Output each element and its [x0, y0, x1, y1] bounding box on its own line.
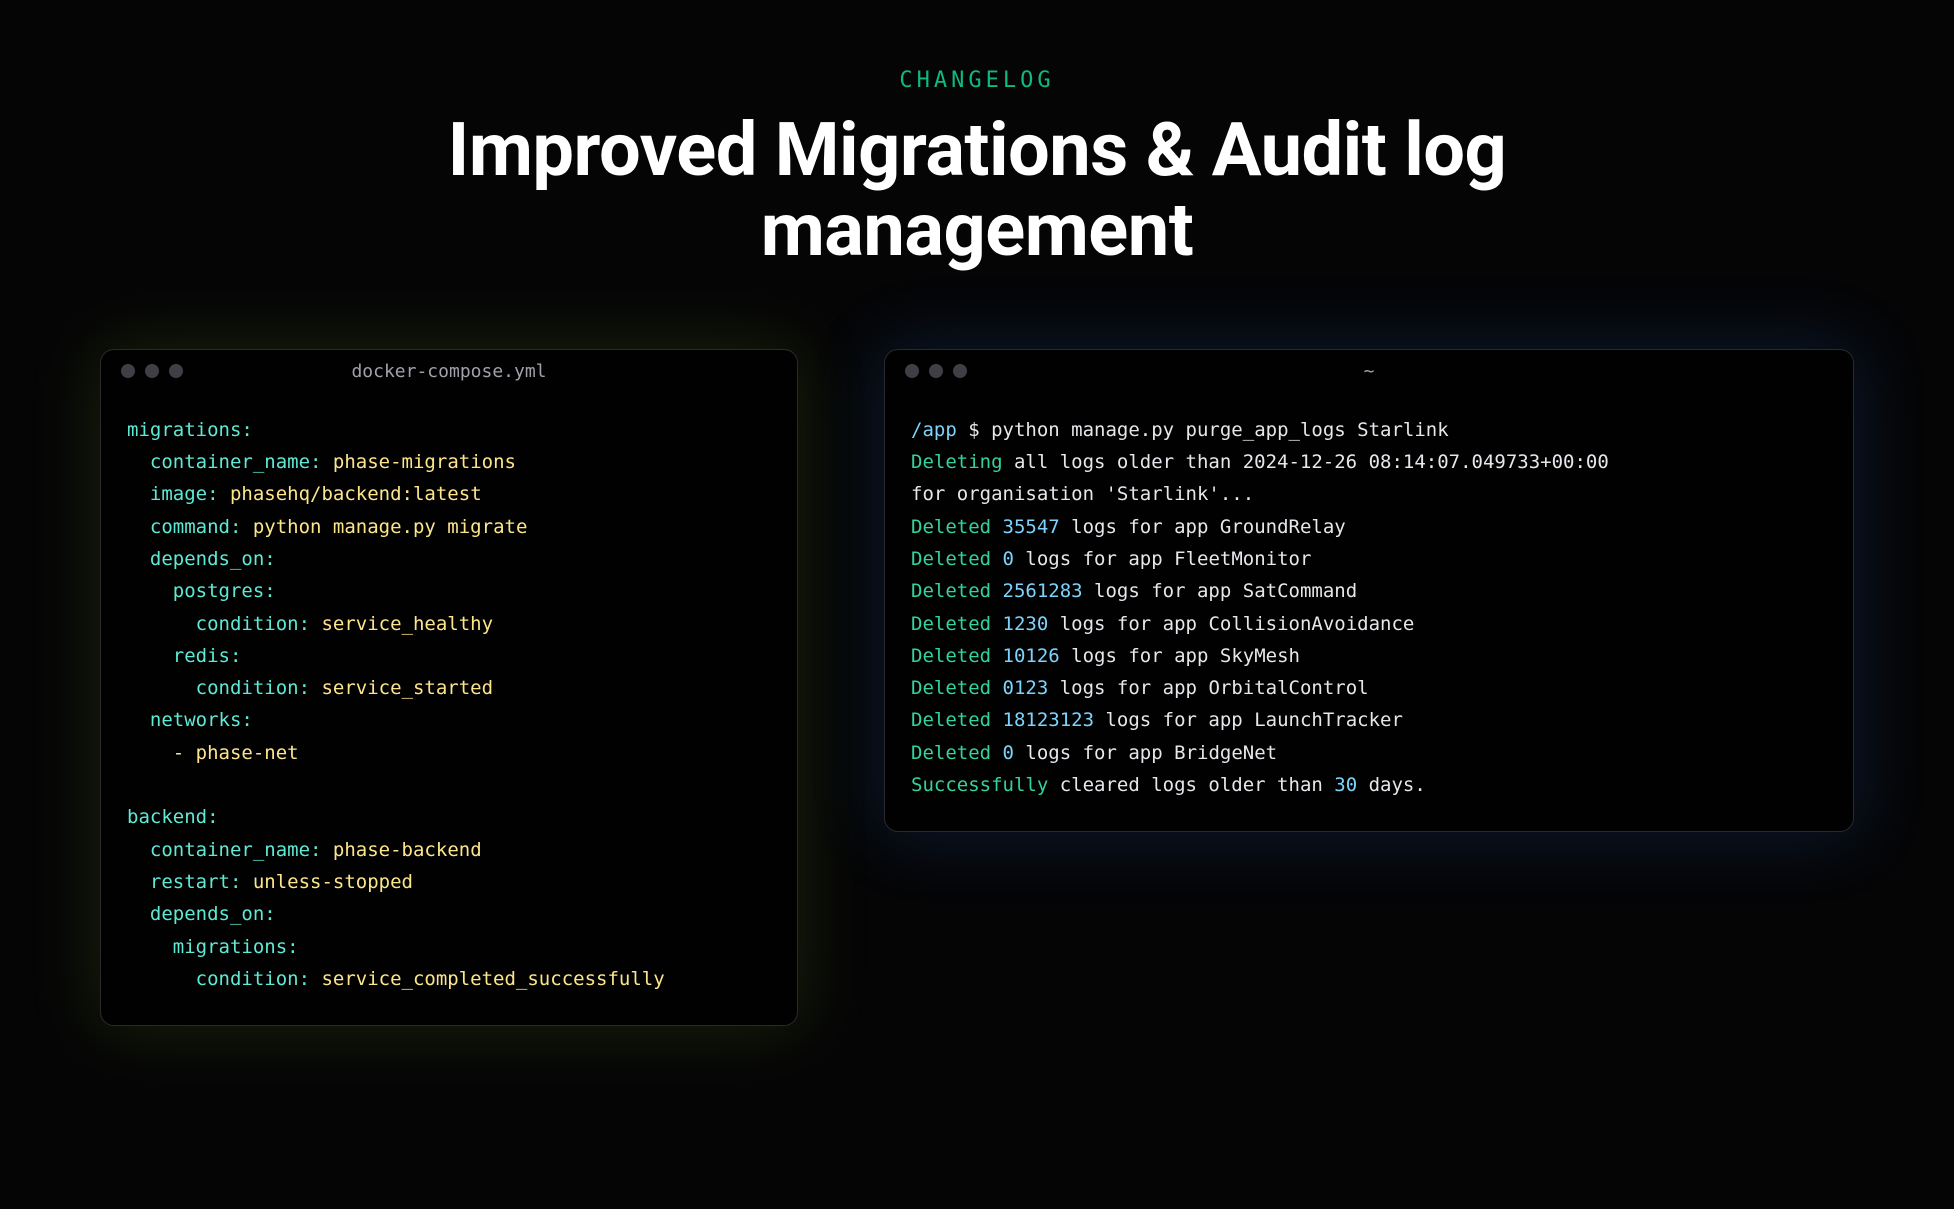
yaml-key: condition: — [196, 677, 310, 699]
yaml-value: python manage.py migrate — [241, 516, 527, 538]
yaml-key: condition: — [196, 968, 310, 990]
log-days: 30 — [1334, 774, 1357, 796]
log-app: BridgeNet — [1174, 742, 1277, 764]
log-app: SkyMesh — [1220, 645, 1300, 667]
yaml-value: phasehq/backend:latest — [219, 483, 482, 505]
command-text: python manage.py purge_app_logs Starlink — [991, 419, 1449, 441]
terminal-window-title: ~ — [885, 361, 1853, 382]
title-line-1: Improved Migrations & Audit log — [448, 107, 1507, 194]
yaml-window: docker-compose.yml migrations: container… — [100, 349, 798, 1026]
log-keyword: Deleted — [911, 548, 1003, 570]
yaml-key: migrations: — [173, 936, 299, 958]
log-count: 0 — [1003, 548, 1014, 570]
log-keyword: Deleted — [911, 742, 1003, 764]
log-count: 0123 — [1003, 677, 1049, 699]
log-keyword: Deleted — [911, 709, 1003, 731]
yaml-key: networks: — [150, 709, 253, 731]
yaml-value: service_completed_successfully — [310, 968, 665, 990]
terminal-window: ~ /app $ python manage.py purge_app_logs… — [884, 349, 1854, 833]
yaml-window-title: docker-compose.yml — [101, 361, 797, 382]
yaml-key: backend: — [127, 806, 219, 828]
terminal-body: /app $ python manage.py purge_app_logs S… — [885, 394, 1853, 832]
terminal-titlebar: ~ — [885, 350, 1853, 394]
log-text: logs for app — [1048, 613, 1208, 635]
log-keyword: Deleted — [911, 613, 1003, 635]
yaml-key: restart: — [150, 871, 242, 893]
log-count: 0 — [1003, 742, 1014, 764]
yaml-value: unless-stopped — [241, 871, 413, 893]
log-text: cleared logs older than — [1048, 774, 1334, 796]
prompt-path: /app — [911, 419, 957, 441]
log-text: logs for app — [1014, 548, 1174, 570]
log-app: LaunchTracker — [1254, 709, 1403, 731]
log-keyword: Deleting — [911, 451, 1003, 473]
log-app: SatCommand — [1243, 580, 1357, 602]
prompt-symbol: $ — [957, 419, 991, 441]
yaml-key: depends_on: — [150, 903, 276, 925]
log-count: 18123123 — [1003, 709, 1095, 731]
yaml-key: command: — [150, 516, 242, 538]
log-text: logs for app — [1014, 742, 1174, 764]
yaml-key: migrations: — [127, 419, 253, 441]
yaml-value: phase-backend — [321, 839, 481, 861]
yaml-titlebar: docker-compose.yml — [101, 350, 797, 394]
yaml-value: phase-migrations — [321, 451, 515, 473]
log-text: logs for app — [1060, 645, 1220, 667]
yaml-key: container_name: — [150, 451, 322, 473]
log-app: CollisionAvoidance — [1208, 613, 1414, 635]
yaml-key: depends_on: — [150, 548, 276, 570]
log-app: OrbitalControl — [1208, 677, 1368, 699]
log-count: 1230 — [1003, 613, 1049, 635]
log-count: 10126 — [1003, 645, 1060, 667]
yaml-body: migrations: container_name: phase-migrat… — [101, 394, 797, 1025]
yaml-key: condition: — [196, 613, 310, 635]
log-text: for organisation 'Starlink'... — [911, 483, 1254, 505]
page-header: CHANGELOG Improved Migrations & Audit lo… — [0, 0, 1954, 271]
log-text: logs for app — [1060, 516, 1220, 538]
log-text: logs for app — [1094, 709, 1254, 731]
log-keyword: Deleted — [911, 677, 1003, 699]
title-line-2: management — [761, 187, 1194, 274]
yaml-value: service_healthy — [310, 613, 493, 635]
log-keyword: Successfully — [911, 774, 1048, 796]
yaml-key: container_name: — [150, 839, 322, 861]
log-text: logs for app — [1048, 677, 1208, 699]
yaml-value: service_started — [310, 677, 493, 699]
yaml-key: image: — [150, 483, 219, 505]
log-app: GroundRelay — [1220, 516, 1346, 538]
log-keyword: Deleted — [911, 645, 1003, 667]
yaml-key: postgres: — [173, 580, 276, 602]
eyebrow-label: CHANGELOG — [0, 68, 1954, 93]
panels-row: docker-compose.yml migrations: container… — [0, 349, 1954, 1026]
log-keyword: Deleted — [911, 516, 1003, 538]
yaml-key: redis: — [173, 645, 242, 667]
log-text: all logs older than 2024-12-26 08:14:07.… — [1003, 451, 1609, 473]
log-keyword: Deleted — [911, 580, 1003, 602]
log-text: days. — [1357, 774, 1426, 796]
log-text: logs for app — [1083, 580, 1243, 602]
log-app: FleetMonitor — [1174, 548, 1311, 570]
yaml-value: - phase-net — [173, 742, 299, 764]
page-title: Improved Migrations & Audit log manageme… — [0, 111, 1954, 271]
log-count: 2561283 — [1003, 580, 1083, 602]
log-count: 35547 — [1003, 516, 1060, 538]
